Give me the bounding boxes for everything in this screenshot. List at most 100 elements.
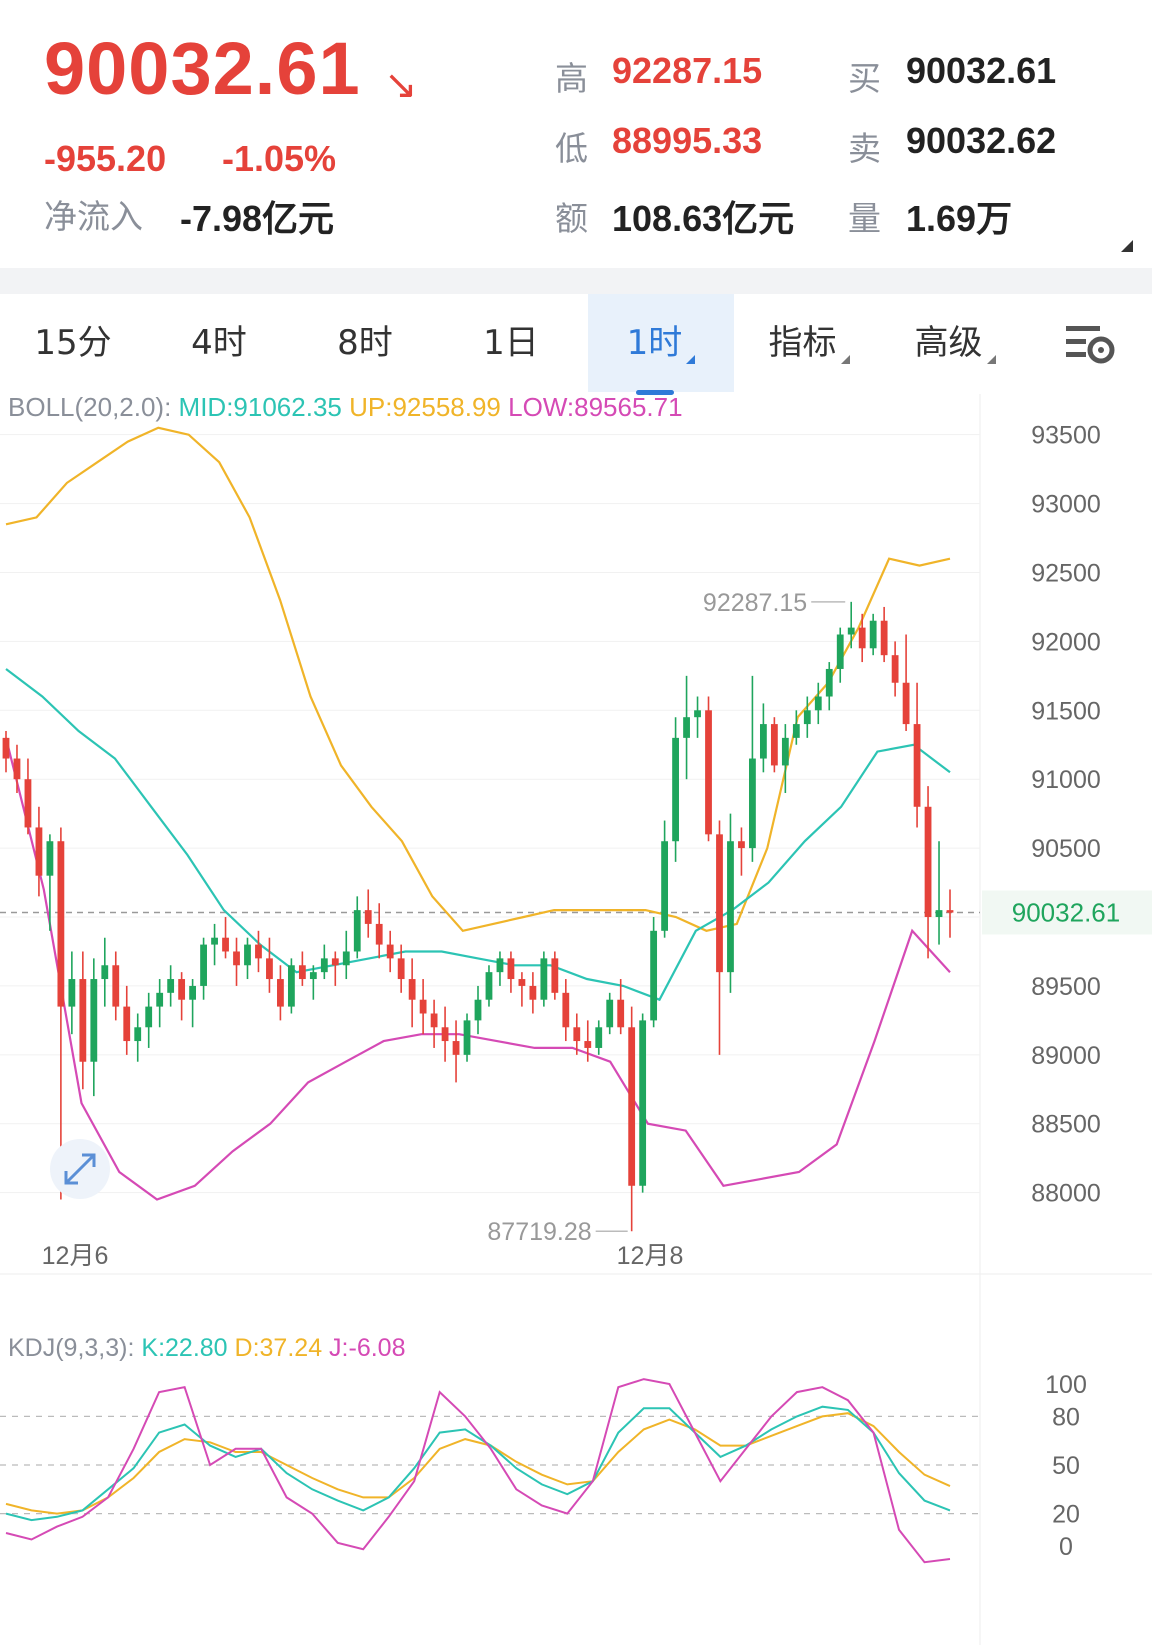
tab-1d[interactable]: 1日 xyxy=(438,294,584,392)
candle-body xyxy=(452,1041,460,1055)
boll-lower-line xyxy=(4,737,951,1201)
price-axis: 9350093000925009200091500910009050090000… xyxy=(982,422,1152,1208)
dropdown-icon xyxy=(986,355,996,364)
candle-body xyxy=(233,951,240,966)
x-tick-label: 12月6 xyxy=(42,1242,109,1270)
tab-1h[interactable]: 1时 xyxy=(588,294,734,392)
candle-body xyxy=(803,710,811,725)
candlestick-series: 92287.15 87719.28 xyxy=(2,589,954,1246)
candle-body xyxy=(287,965,295,1007)
candle-body xyxy=(24,779,32,828)
y-tick-label: 91000 xyxy=(1031,766,1101,794)
quote-header: 90032.61 ↘ -955.20 -1.05% 净流入 -7.98亿元 高 … xyxy=(0,0,1152,268)
candle-body xyxy=(781,737,789,766)
candle-body xyxy=(924,806,932,918)
candle-body xyxy=(68,979,76,1007)
candle-body xyxy=(342,951,350,966)
candle-body xyxy=(727,841,734,973)
kdj-tick-label: 100 xyxy=(1045,1371,1087,1399)
period-tabs: 15分 4时 8时 1日 1时 指标 高级 xyxy=(0,294,1152,392)
candle-body xyxy=(244,944,251,966)
candle-body xyxy=(606,999,614,1028)
candle-body xyxy=(705,710,712,835)
candle-body xyxy=(584,1041,592,1048)
candle-body xyxy=(573,1027,581,1042)
y-tick-label: 89000 xyxy=(1031,1042,1101,1070)
low-label: 低 xyxy=(555,129,588,168)
candle-body xyxy=(836,634,844,669)
candle-body xyxy=(551,958,559,993)
candle-body xyxy=(277,979,284,1007)
tab-4h[interactable]: 4时 xyxy=(146,294,292,392)
tab-8h[interactable]: 8时 xyxy=(292,294,438,392)
zoom-expand-icon[interactable] xyxy=(50,1139,110,1199)
candle-body xyxy=(661,841,669,931)
candle-body xyxy=(935,910,943,918)
dropdown-icon xyxy=(686,355,696,364)
candle-body xyxy=(46,841,54,876)
candle-body xyxy=(770,724,778,766)
candle-body xyxy=(298,965,306,980)
candle-body xyxy=(408,979,416,1000)
candle-body xyxy=(222,937,229,952)
candle-body xyxy=(13,758,21,780)
y-tick-label: 93000 xyxy=(1031,491,1101,519)
kdj-j-line xyxy=(5,1378,951,1564)
kdj-k: K:22.80 xyxy=(141,1334,227,1362)
y-tick-label: 92500 xyxy=(1031,559,1101,587)
candle-body xyxy=(134,1027,142,1042)
price-change-pct: -1.05% xyxy=(222,138,337,179)
candle-body xyxy=(364,910,372,924)
tab-indicators[interactable]: 指标 xyxy=(736,294,882,392)
boll-low: LOW:89565.71 xyxy=(508,394,682,422)
time-axis: 12月6 12月8 xyxy=(0,1242,1152,1275)
candle-body xyxy=(167,979,175,993)
tab-advanced[interactable]: 高级 xyxy=(882,294,1028,392)
y-tick-label: 91500 xyxy=(1031,697,1101,725)
candle-body xyxy=(562,992,570,1028)
chart-settings-icon[interactable] xyxy=(1066,324,1116,366)
buy-label: 买 xyxy=(848,59,881,98)
high-label: 高 xyxy=(555,59,588,98)
candle-body xyxy=(617,999,625,1028)
low-marker-label: 87719.28 xyxy=(487,1218,591,1246)
kdj-indicator: KDJ(9,3,3): K:22.80 D:37.24 J:-6.08 xyxy=(8,1334,405,1362)
candle-body xyxy=(189,985,197,1000)
last-price-label: 90032.61 xyxy=(1012,898,1120,928)
candle-body xyxy=(496,958,504,973)
candle-body xyxy=(540,958,548,1000)
tab-15min[interactable]: 15分 xyxy=(0,294,146,392)
candle-body xyxy=(880,620,888,656)
candle-body xyxy=(112,965,120,1007)
kdj-j: J:-6.08 xyxy=(329,1334,405,1362)
sell-label: 卖 xyxy=(848,129,881,168)
kdj-d-line xyxy=(5,1412,951,1515)
candle-body xyxy=(57,841,65,1007)
candle-body xyxy=(178,979,186,1000)
y-tick-label: 90500 xyxy=(1031,835,1101,863)
sell-value: 90032.62 xyxy=(906,120,1057,161)
candle-body xyxy=(749,758,756,849)
last-price: 90032.61 xyxy=(44,27,361,110)
candle-body xyxy=(255,944,262,959)
boll-lines xyxy=(4,426,951,1201)
candle-body xyxy=(200,944,207,986)
candle-body xyxy=(946,910,954,913)
expand-corner-icon[interactable] xyxy=(1121,240,1133,252)
kdj-tick-label: 80 xyxy=(1052,1403,1080,1431)
kdj-d: D:37.24 xyxy=(235,1334,323,1362)
candle-body xyxy=(847,627,855,635)
high-marker-label: 92287.15 xyxy=(703,589,807,617)
y-tick-label: 93500 xyxy=(1031,422,1101,450)
volume-label: 量 xyxy=(848,199,881,238)
candle-body xyxy=(309,972,317,980)
chart-area[interactable]: 92287.15 87719.28 93500 93000 92500 92000 915… xyxy=(0,394,1152,1645)
candle-body xyxy=(902,682,910,725)
candle-body xyxy=(507,958,515,980)
candle-body xyxy=(353,910,361,952)
candle-body xyxy=(156,992,164,1007)
amount-label: 额 xyxy=(555,199,588,238)
candle-body xyxy=(529,985,537,1000)
candle-body xyxy=(145,1006,153,1028)
candle-body xyxy=(825,668,833,697)
